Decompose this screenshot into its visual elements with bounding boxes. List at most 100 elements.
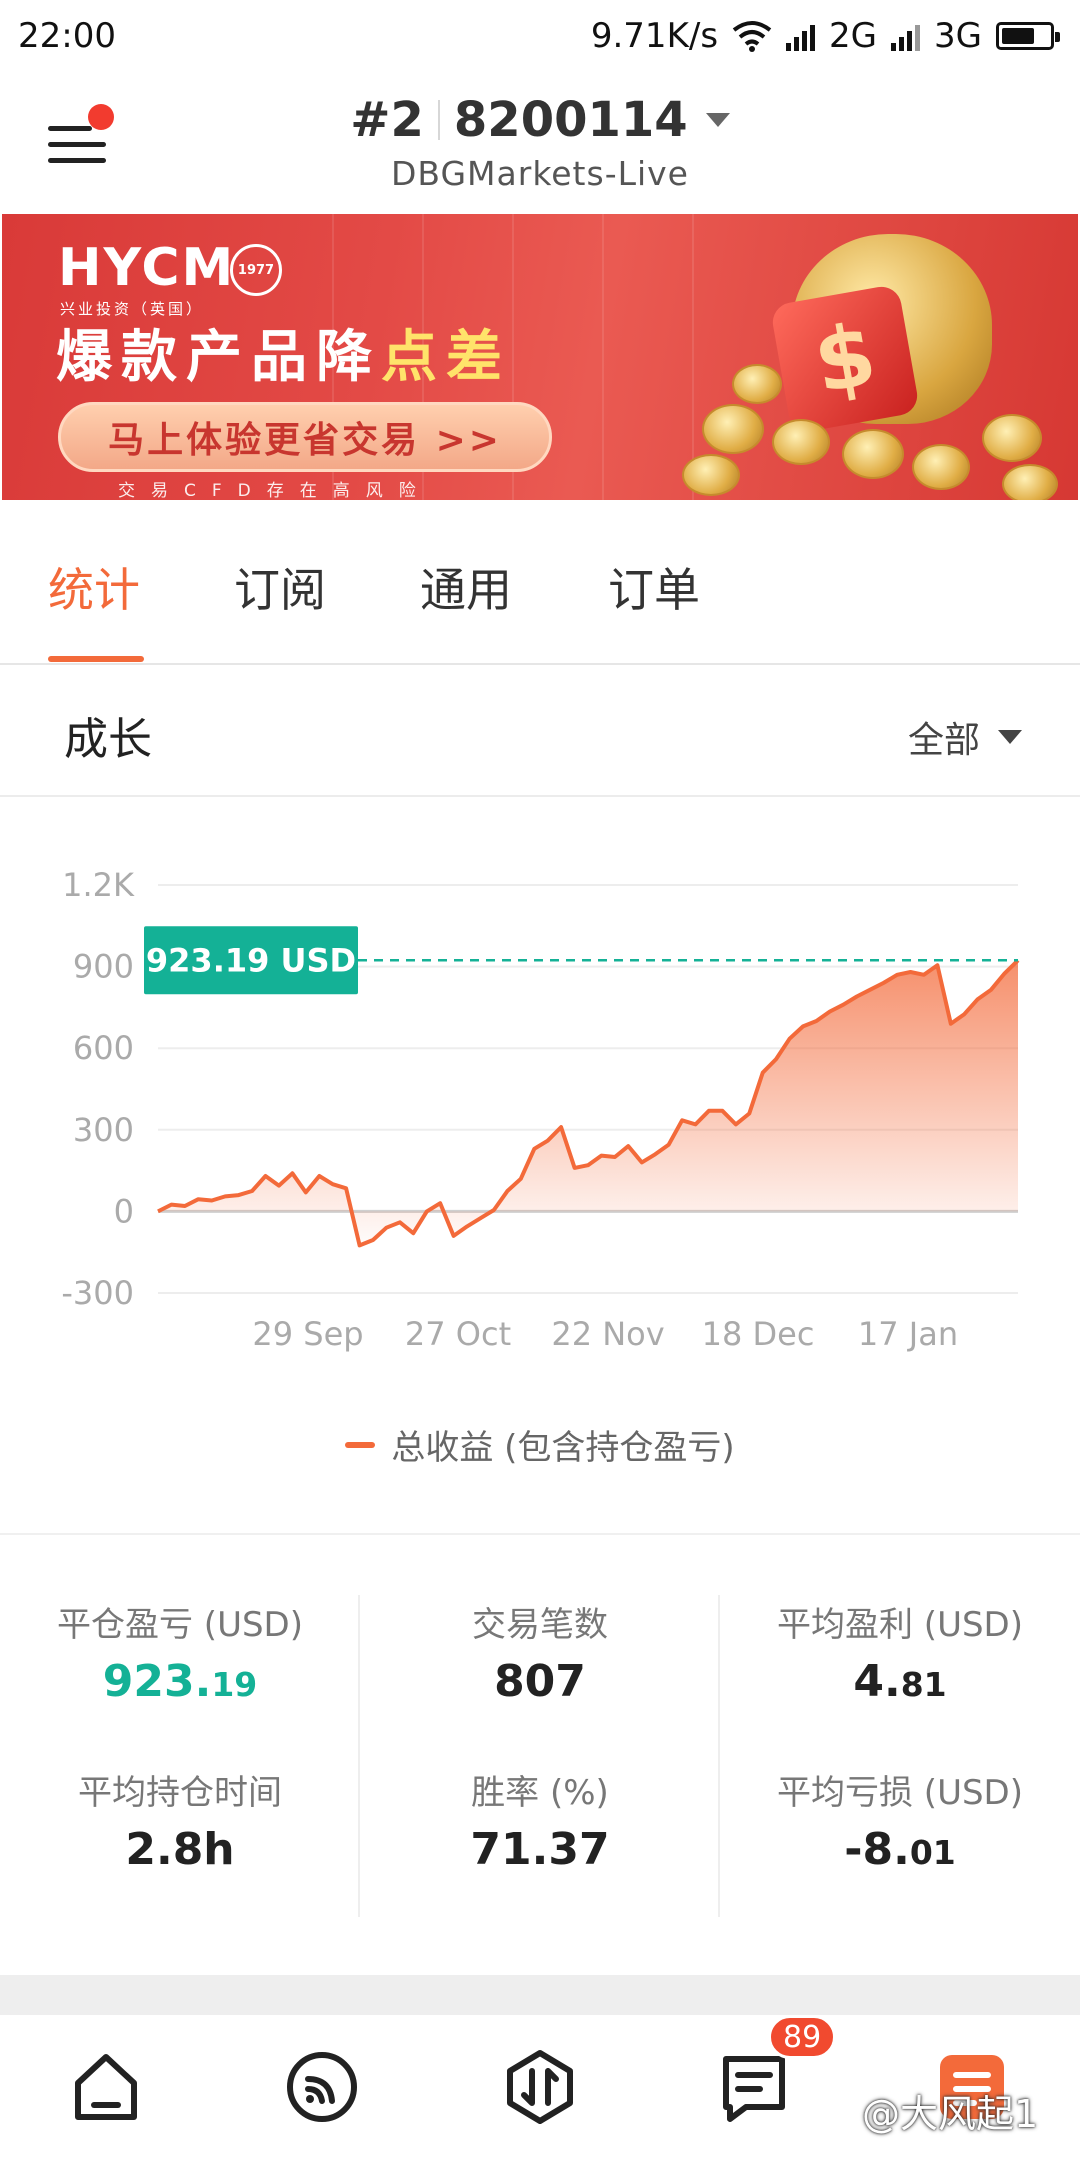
stat-label: 平均亏损 (USD) — [777, 1773, 1023, 1813]
status-indicators: 9.71K/s 2G 3G — [590, 16, 1060, 56]
risk-warning: 交易CFD存在高风险 — [118, 481, 432, 500]
stat-value-dec: 81 — [900, 1665, 947, 1704]
account-selector[interactable]: #2 8200114 DBGMarkets-Live — [0, 92, 1080, 193]
stat-value-dec: 19 — [211, 1665, 258, 1704]
account-id: 8200114 — [453, 92, 688, 148]
since-seal: 1977 — [230, 244, 282, 296]
stat-label: 交易笔数 — [472, 1605, 608, 1645]
stats-panel: 平仓盈亏 (USD) 923.19 平均持仓时间 2.8h 交易笔数 807 胜… — [0, 1533, 1080, 1973]
stat-label: 平均盈利 (USD) — [777, 1605, 1023, 1645]
stat-label: 胜率 (%) — [471, 1773, 609, 1813]
caret-down-icon — [998, 730, 1022, 744]
coin-image — [772, 419, 830, 465]
stat-value: -8.01 — [720, 1824, 1080, 1875]
stat-value-int: -8. — [844, 1824, 910, 1875]
coin-image — [982, 414, 1042, 462]
feed-icon — [287, 2052, 357, 2122]
coin-image — [912, 444, 970, 490]
status-bar: 22:00 9.71K/s 2G 3G — [0, 0, 1080, 72]
section-gap — [0, 1975, 1080, 2015]
coin-image — [732, 364, 782, 404]
watermark: @大风起1 — [862, 2092, 1039, 2136]
divider — [437, 100, 440, 140]
trade-icon — [507, 2050, 573, 2124]
stats-column-1: 平仓盈亏 (USD) 923.19 平均持仓时间 2.8h — [0, 1597, 360, 1875]
current-value-label: 923.19 USD — [146, 941, 356, 979]
stat-value-int: 807 — [494, 1656, 586, 1707]
stat-value-int: 4. — [853, 1656, 901, 1707]
stat-value-int: 923. — [102, 1656, 212, 1707]
stat-avg-profit: 平均盈利 (USD) 4.81 — [720, 1597, 1080, 1707]
stat-value-int: 2.8h — [125, 1824, 235, 1875]
tab-general[interactable]: 通用 — [420, 554, 512, 620]
nav-signals[interactable] — [280, 2045, 364, 2129]
chart-canvas: 1.2K 900 600 300 0 -300 29 Sep 27 Oct 22 Nov 18 D… — [61, 866, 1020, 1353]
stat-label: 平仓盈亏 (USD) — [57, 1605, 303, 1645]
stat-value: 807 — [360, 1656, 720, 1707]
hycm-logo: HYCM — [58, 238, 236, 298]
signal-icon — [786, 21, 816, 51]
nav-home[interactable] — [64, 2045, 148, 2129]
stat-avg-hold-time: 平均持仓时间 2.8h — [0, 1765, 360, 1875]
headline-highlight: 点差 — [381, 325, 511, 390]
x-tick-label: 27 Oct — [405, 1315, 511, 1353]
legend-label: 总收益 (包含持仓盈亏) — [391, 1428, 735, 1468]
coin-image — [702, 404, 764, 454]
y-tick-label: 900 — [73, 948, 134, 986]
home-icon — [75, 2054, 137, 2120]
stat-value: 71.37 — [360, 1824, 720, 1875]
messages-badge: 89 — [768, 2015, 837, 2059]
growth-section-header: 成长 全部 — [0, 667, 1080, 797]
tab-subscribe[interactable]: 订阅 — [234, 554, 326, 620]
headline-main: 爆款产品降 — [56, 325, 381, 390]
network-type-1: 2G — [829, 16, 878, 56]
y-tick-label: 300 — [73, 1111, 134, 1149]
wifi-icon — [732, 21, 772, 52]
legend-swatch — [345, 1441, 376, 1448]
stat-avg-loss: 平均亏损 (USD) -8.01 — [720, 1765, 1080, 1875]
y-tick-label: 1.2K — [62, 866, 135, 904]
stats-column-3: 平均盈利 (USD) 4.81 平均亏损 (USD) -8.01 — [720, 1597, 1080, 1875]
message-icon — [723, 2056, 785, 2122]
stat-closed-pl: 平仓盈亏 (USD) 923.19 — [0, 1597, 360, 1707]
bottom-navigation: 89 @大风起1 — [0, 2015, 1080, 2160]
stat-label: 平均持仓时间 — [78, 1773, 282, 1813]
x-tick-label: 29 Sep — [252, 1315, 363, 1353]
account-number: #2 — [350, 92, 424, 148]
stat-value: 2.8h — [0, 1824, 360, 1875]
stat-win-rate: 胜率 (%) 71.37 — [360, 1765, 720, 1875]
app-header: #2 8200114 DBGMarkets-Live — [0, 72, 1080, 214]
stat-value-dec: 01 — [909, 1833, 956, 1872]
tab-orders[interactable]: 订单 — [608, 554, 700, 620]
y-tick-label: 600 — [73, 1029, 134, 1067]
coin-image — [842, 429, 904, 479]
coin-image — [1002, 464, 1058, 500]
stats-column-2: 交易笔数 807 胜率 (%) 71.37 — [360, 1597, 720, 1875]
battery-icon — [996, 22, 1060, 50]
x-tick-label: 18 Dec — [702, 1315, 815, 1353]
network-speed: 9.71K/s — [590, 16, 719, 56]
banner-headline: 爆款产品降点差 — [56, 312, 511, 393]
tab-statistics[interactable]: 统计 — [48, 554, 140, 620]
tab-bar: 统计 订阅 通用 订单 — [0, 500, 1080, 665]
banner-cta-button[interactable]: 马上体验更省交易 >> — [58, 402, 552, 472]
caret-down-icon — [705, 113, 730, 127]
chart-legend: 总收益 (包含持仓盈亏) — [0, 1420, 1080, 1469]
stat-value-int: 71.37 — [470, 1824, 610, 1875]
range-dropdown[interactable]: 全部 — [908, 711, 1022, 763]
active-tab-indicator — [48, 656, 144, 662]
stat-value: 923.19 — [0, 1656, 360, 1707]
growth-chart[interactable]: 1.2K 900 600 300 0 -300 29 Sep 27 Oct 22 Nov 18 D… — [0, 800, 1080, 1530]
promo-banner[interactable]: HYCM 1977 兴业投资（英国） 爆款产品降点差 马上体验更省交易 >> 交… — [2, 214, 1078, 500]
network-type-2: 3G — [934, 16, 982, 56]
x-tick-label: 22 Nov — [551, 1315, 664, 1353]
y-tick-label: 0 — [114, 1192, 134, 1230]
y-tick-label: -300 — [61, 1274, 134, 1312]
broker-server: DBGMarkets-Live — [391, 154, 689, 193]
status-time: 22:00 — [18, 16, 116, 56]
nav-trade[interactable] — [498, 2045, 582, 2129]
range-value: 全部 — [907, 720, 980, 761]
x-tick-label: 17 Jan — [858, 1315, 958, 1353]
signal-icon-2 — [891, 21, 921, 51]
stat-value: 4.81 — [720, 1656, 1080, 1707]
